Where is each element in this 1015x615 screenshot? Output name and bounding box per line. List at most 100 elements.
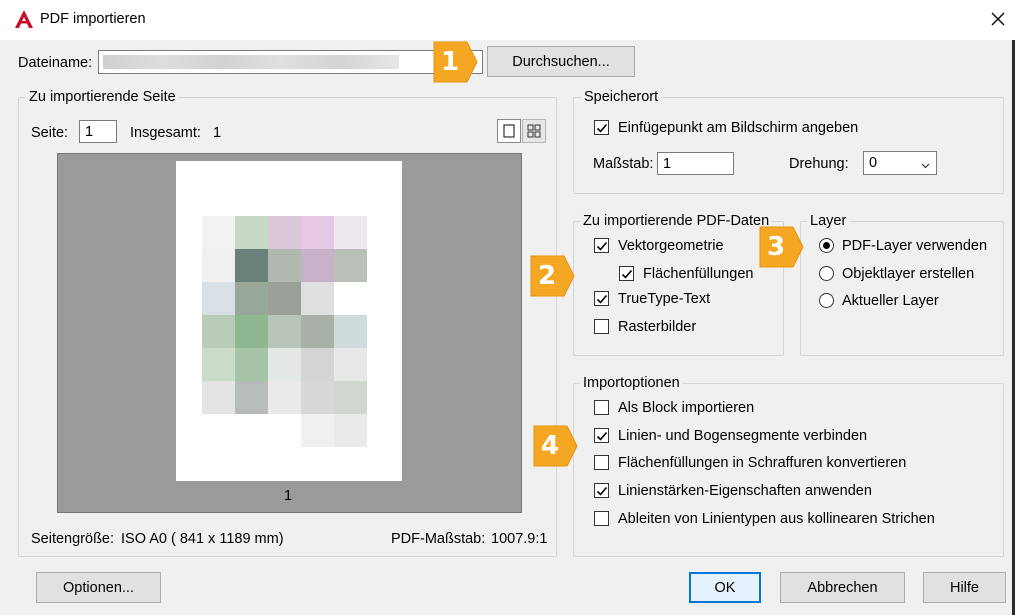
preview-pixel <box>235 282 268 315</box>
page-group-title: Zu importierende Seite <box>26 89 179 105</box>
join-segments-label: Linien- und Bogensegmente verbinden <box>618 428 868 444</box>
preview-pixel <box>268 381 301 414</box>
thumbnail-grid-view-icon[interactable] <box>522 119 546 143</box>
checkmark-icon <box>596 294 607 304</box>
raster-images-checkbox[interactable] <box>594 319 609 334</box>
callout-badge-3: 3 <box>757 225 805 269</box>
object-layer-radio[interactable] <box>819 266 834 281</box>
preview-pixel <box>268 249 301 282</box>
truetype-text-checkbox[interactable] <box>594 291 609 306</box>
title-bar <box>0 0 1015 40</box>
preview-pixel <box>334 414 367 447</box>
insertion-point-label: Einfügepunkt am Bildschirm angeben <box>618 120 859 136</box>
preview-pixel <box>334 315 367 348</box>
preview-page-number: 1 <box>284 488 293 504</box>
filename-label: Dateiname: <box>18 55 93 71</box>
lineweight-label: Linienstärken-Eigenschaften anwenden <box>618 483 872 499</box>
preview-pixel <box>235 315 268 348</box>
callout-badge-1-number: 1 <box>440 47 460 77</box>
ok-button[interactable]: OK <box>689 572 761 603</box>
options-button[interactable]: Optionen... <box>36 572 161 603</box>
callout-badge-2: 2 <box>528 254 576 298</box>
object-layer-label: Objektlayer erstellen <box>842 266 975 282</box>
preview-pixel <box>301 216 334 249</box>
preview-pixel <box>334 381 367 414</box>
preview-pixel <box>301 381 334 414</box>
current-layer-label: Aktueller Layer <box>842 293 939 309</box>
page-size-label: Seitengröße: <box>31 531 115 547</box>
chevron-down-icon <box>921 157 930 173</box>
page-input[interactable]: 1 <box>79 120 117 143</box>
truetype-text-label: TrueType-Text <box>618 291 711 307</box>
preview-pixel <box>268 282 301 315</box>
preview-pixel <box>202 249 235 282</box>
scale-label: Maßstab: <box>593 156 654 172</box>
fills-checkbox[interactable] <box>619 266 634 281</box>
preview-page-thumbnail[interactable] <box>176 161 402 481</box>
preview-pixel <box>268 315 301 348</box>
callout-badge-1: 1 <box>431 40 479 84</box>
page-label: Seite: <box>31 125 69 141</box>
help-button[interactable]: Hilfe <box>923 572 1006 603</box>
preview-pixel <box>235 216 268 249</box>
preview-pixel <box>235 249 268 282</box>
preview-pixel <box>202 381 235 414</box>
preview-pixel <box>301 348 334 381</box>
preview-pixel <box>334 249 367 282</box>
single-page-view-icon[interactable] <box>497 119 521 143</box>
checkmark-icon <box>596 486 607 496</box>
preview-pixel <box>301 282 334 315</box>
rotation-value: 0 <box>869 155 878 171</box>
layer-group-title: Layer <box>807 213 850 229</box>
as-block-checkbox[interactable] <box>594 400 609 415</box>
vector-geometry-checkbox[interactable] <box>594 238 609 253</box>
location-groupbox <box>573 97 1004 194</box>
preview-pixel <box>334 216 367 249</box>
import-options-group-title: Importoptionen <box>580 375 683 391</box>
preview-pixel <box>334 348 367 381</box>
scale-input[interactable]: 1 <box>657 152 734 175</box>
pdf-scale-value: 1007.9:1 <box>491 531 548 547</box>
lineweight-checkbox[interactable] <box>594 483 609 498</box>
preview-pixel <box>202 282 235 315</box>
cancel-button[interactable]: Abbrechen <box>780 572 905 603</box>
fills-to-hatch-label: Flächenfüllungen in Schraffuren konverti… <box>618 455 907 471</box>
callout-badge-2-number: 2 <box>537 261 557 291</box>
filename-input[interactable] <box>98 50 483 74</box>
window-title: PDF importieren <box>40 11 146 27</box>
page-size-value: ISO A0 ( 841 x 1189 mm) <box>121 531 284 547</box>
checkmark-icon <box>596 123 607 133</box>
pdf-scale-label: PDF-Maßstab: <box>391 531 486 547</box>
current-layer-radio[interactable] <box>819 293 834 308</box>
browse-button[interactable]: Durchsuchen... <box>487 46 635 77</box>
infer-linetypes-label: Ableiten von Linientypen aus kollinearen… <box>618 511 935 527</box>
callout-badge-3-number: 3 <box>766 232 786 262</box>
total-label: Insgesamt: <box>130 125 201 141</box>
preview-pixel <box>268 216 301 249</box>
location-group-title: Speicherort <box>581 89 662 105</box>
callout-badge-4-number: 4 <box>540 431 560 461</box>
pdf-layer-label: PDF-Layer verwenden <box>842 238 988 254</box>
autocad-logo-icon <box>14 9 34 29</box>
insertion-point-checkbox[interactable] <box>594 120 609 135</box>
preview-pixel <box>235 381 268 414</box>
preview-pixel <box>301 414 334 447</box>
infer-linetypes-checkbox[interactable] <box>594 511 609 526</box>
checkmark-icon <box>596 431 607 441</box>
preview-pixel <box>202 315 235 348</box>
vector-geometry-label: Vektorgeometrie <box>618 238 724 254</box>
pdf-layer-radio[interactable] <box>819 238 834 253</box>
preview-pixel <box>268 348 301 381</box>
preview-pixel <box>202 216 235 249</box>
fills-to-hatch-checkbox[interactable] <box>594 455 609 470</box>
rotation-select[interactable]: 0 <box>863 151 937 175</box>
rotation-label: Drehung: <box>789 156 849 172</box>
total-value: 1 <box>213 125 222 141</box>
callout-badge-4: 4 <box>531 424 579 468</box>
fills-label: Flächenfüllungen <box>643 266 754 282</box>
pdf-data-group-title: Zu importierende PDF-Daten <box>580 213 773 229</box>
raster-images-label: Rasterbilder <box>618 319 697 335</box>
close-icon[interactable] <box>986 7 1010 31</box>
checkmark-icon <box>596 241 607 251</box>
join-segments-checkbox[interactable] <box>594 428 609 443</box>
